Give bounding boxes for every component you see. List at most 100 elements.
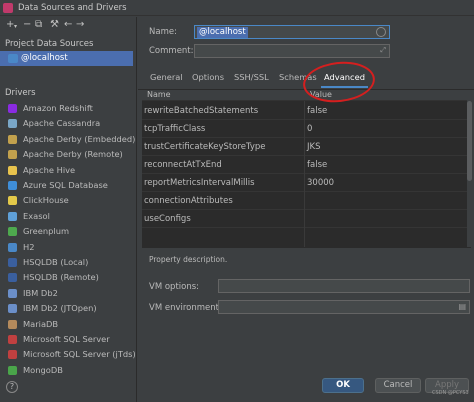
app-icon (3, 3, 13, 13)
driver-label: IBM Db2 (JTOpen) (23, 303, 97, 314)
driver-icon (8, 304, 17, 314)
driver-item[interactable]: IBM Db2 (JTOpen) (0, 301, 133, 316)
data-source-label: @localhost (21, 53, 68, 63)
driver-label: H2 (23, 241, 35, 252)
sidebar: + ▾ − ⧉ ⚒ ← → Project Data Sources @loca… (0, 17, 137, 402)
driver-item[interactable]: Apache Cassandra (0, 116, 133, 131)
driver-label: IBM Db2 (23, 287, 58, 298)
driver-icon (8, 134, 17, 144)
driver-icon (8, 288, 17, 298)
driver-label: MongoDB (23, 364, 63, 375)
driver-label: Apache Derby (Remote) (23, 149, 123, 160)
copy-icon[interactable]: ⧉ (35, 19, 42, 31)
driver-icon (8, 365, 17, 375)
vm-environment-label: VM environment: (149, 303, 222, 313)
driver-item[interactable]: MariaDB (0, 317, 133, 332)
driver-icon (8, 150, 17, 160)
property-name: trustCertificateKeyStoreType (144, 142, 266, 152)
property-value[interactable]: false (307, 160, 327, 170)
ok-button[interactable]: OK (322, 378, 364, 393)
expand-icon[interactable]: ⤢ (380, 46, 386, 55)
name-label: Name: (149, 27, 177, 37)
window-title: Data Sources and Drivers (18, 3, 127, 13)
driver-label: Microsoft SQL Server (23, 334, 110, 344)
driver-label: HSQLDB (Remote) (23, 272, 99, 283)
forward-icon[interactable]: → (76, 19, 84, 31)
tab-general[interactable]: General (150, 72, 183, 82)
driver-label: Apache Cassandra (23, 118, 101, 129)
driver-item[interactable]: H2 (0, 240, 133, 255)
property-description: Property description. (149, 255, 228, 264)
column-header-name[interactable]: Name (147, 90, 171, 99)
driver-label: Microsoft SQL Server (jTds) (23, 349, 136, 360)
drivers-heading: Drivers (5, 88, 36, 98)
driver-item[interactable]: ClickHouse (0, 193, 133, 208)
help-button[interactable]: ? (6, 381, 18, 393)
property-value[interactable]: 30000 (307, 178, 334, 188)
watermark: CSDN @PCYS3 (432, 390, 469, 396)
tab-options[interactable]: Options (192, 72, 224, 82)
driver-label: Greenplum (23, 226, 70, 237)
driver-icon (8, 165, 17, 175)
driver-item[interactable]: Microsoft SQL Server (jTds) (0, 347, 136, 362)
description-panel: Property description. (142, 247, 471, 281)
property-value[interactable]: JKS (307, 142, 320, 152)
comment-label: Comment: (149, 46, 194, 56)
properties-table: Name Value rewriteBatchedStatements false… (142, 90, 467, 247)
driver-item[interactable]: Apache Derby (Remote) (0, 147, 133, 162)
tab-ssh-ssl[interactable]: SSH/SSL (234, 72, 269, 82)
driver-item[interactable]: Azure SQL Database (0, 178, 133, 193)
driver-icon (8, 273, 17, 283)
driver-icon (8, 104, 17, 113)
property-name: useConfigs (144, 214, 191, 224)
column-divider (304, 101, 305, 247)
project-data-sources-heading: Project Data Sources (5, 39, 94, 49)
property-value[interactable]: false (307, 106, 327, 116)
driver-label: Azure SQL Database (23, 180, 108, 190)
title-bar: Data Sources and Drivers (0, 0, 474, 16)
driver-icon (8, 196, 17, 206)
driver-icon (8, 119, 17, 129)
cancel-button[interactable]: Cancel (375, 378, 421, 393)
back-icon[interactable]: ← (64, 19, 72, 31)
driver-item[interactable]: Microsoft SQL Server (0, 332, 133, 347)
driver-label: MariaDB (23, 318, 59, 329)
driver-item[interactable]: Apache Derby (Embedded) (0, 132, 136, 147)
driver-item[interactable]: Greenplum (0, 224, 133, 239)
property-name: reportMetricsIntervalMillis (144, 178, 255, 188)
driver-item[interactable]: Exasol (0, 209, 133, 224)
mysql-icon (8, 54, 18, 63)
driver-item[interactable]: IBM Db2 (0, 286, 133, 301)
driver-label: Apache Derby (Embedded) (23, 133, 136, 144)
driver-item[interactable]: HSQLDB (Local) (0, 255, 133, 270)
name-field[interactable]: @localhost (194, 25, 390, 39)
property-name: tcpTrafficClass (144, 124, 206, 134)
data-source-item[interactable]: @localhost (0, 51, 133, 66)
property-value[interactable]: 0 (307, 124, 312, 134)
driver-icon (8, 258, 17, 267)
driver-item[interactable]: Apache Hive (0, 163, 133, 178)
driver-icon (8, 335, 17, 344)
driver-item[interactable]: Amazon Redshift (0, 101, 133, 116)
circle-icon[interactable] (376, 27, 386, 37)
driver-icon (8, 211, 17, 221)
vm-options-field[interactable] (218, 279, 470, 293)
remove-icon[interactable]: − (23, 19, 31, 31)
browse-icon[interactable]: ▤ (458, 302, 466, 311)
driver-label: HSQLDB (Local) (23, 257, 89, 267)
property-name: rewriteBatchedStatements (144, 106, 259, 116)
property-name: connectionAttributes (144, 196, 233, 206)
comment-field[interactable]: ⤢ (194, 44, 390, 58)
dropdown-icon[interactable]: ▾ (14, 21, 17, 33)
driver-label: Apache Hive (23, 164, 76, 175)
vm-options-label: VM options: (149, 282, 200, 292)
wrench-icon[interactable]: ⚒ (50, 19, 59, 31)
driver-item[interactable]: HSQLDB (Remote) (0, 270, 133, 285)
driver-label: Exasol (23, 210, 50, 221)
scrollbar[interactable] (467, 101, 472, 181)
driver-item[interactable]: MongoDB (0, 363, 133, 378)
driver-label: Amazon Redshift (23, 103, 93, 113)
vm-environment-field[interactable]: ▤ (218, 300, 470, 314)
driver-icon (8, 227, 17, 237)
driver-label: ClickHouse (23, 195, 69, 206)
